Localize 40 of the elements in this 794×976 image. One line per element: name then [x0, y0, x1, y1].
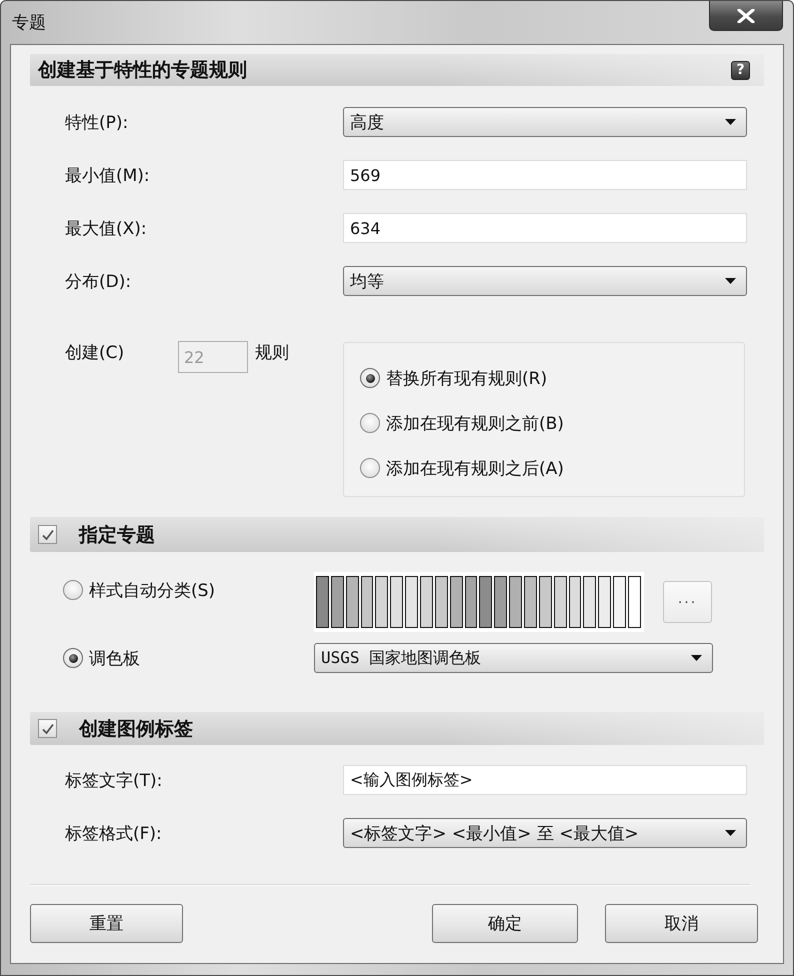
radio-option[interactable]: 添加在现有规则之后(A) — [360, 456, 564, 480]
input-field[interactable]: 634 — [343, 213, 747, 243]
caret-icon — [725, 278, 736, 284]
check-icon — [42, 528, 54, 540]
field-label: 创建(C) — [65, 343, 124, 363]
radio-option[interactable]: 调色板 — [63, 646, 140, 670]
color-ramp[interactable] — [314, 572, 644, 632]
field-label: 最大值(X): — [65, 218, 147, 240]
caret-icon — [725, 830, 736, 836]
more-button[interactable]: ... — [663, 581, 712, 623]
field-label: 最小值(M): — [65, 164, 150, 186]
dialog-button[interactable]: 取消 — [605, 904, 758, 943]
dropdown[interactable]: <标签文字> <最小值> 至 <最大值> — [343, 818, 747, 848]
dialog-button[interactable]: 重置 — [30, 904, 183, 943]
check-icon — [42, 722, 54, 734]
section-title: 创建图例标签 — [79, 716, 193, 742]
field-label: 标签格式(F): — [65, 822, 162, 844]
window-title: 专题 — [12, 12, 46, 34]
input-field[interactable]: 569 — [343, 160, 747, 190]
field-label: 分布(D): — [65, 270, 132, 292]
input-field[interactable]: <输入图例标签> — [343, 765, 747, 795]
field-label: 标签文字(T): — [65, 770, 162, 792]
caret-icon — [691, 655, 702, 661]
field-label: 特性(P): — [65, 112, 128, 134]
dropdown[interactable]: USGS 国家地图调色板 — [314, 643, 713, 673]
section-title: 指定专题 — [79, 522, 155, 548]
radio-option[interactable]: 替换所有现有规则(R) — [360, 366, 548, 390]
section-title: 创建基于特性的专题规则 — [38, 58, 247, 83]
radio-option[interactable]: 样式自动分类(S) — [63, 578, 216, 602]
help-button[interactable]: ? — [731, 60, 750, 80]
dropdown[interactable]: 高度 — [343, 107, 747, 137]
radio-option[interactable]: 添加在现有规则之前(B) — [360, 411, 564, 435]
field-label: 规则 — [255, 342, 289, 365]
dropdown[interactable]: 均等 — [343, 266, 747, 296]
caret-icon — [725, 119, 736, 125]
checkbox[interactable] — [38, 525, 57, 544]
checkbox[interactable] — [38, 719, 57, 738]
dialog-button[interactable]: 确定 — [432, 904, 578, 943]
close-button[interactable] — [709, 1, 783, 31]
close-icon — [737, 8, 755, 22]
